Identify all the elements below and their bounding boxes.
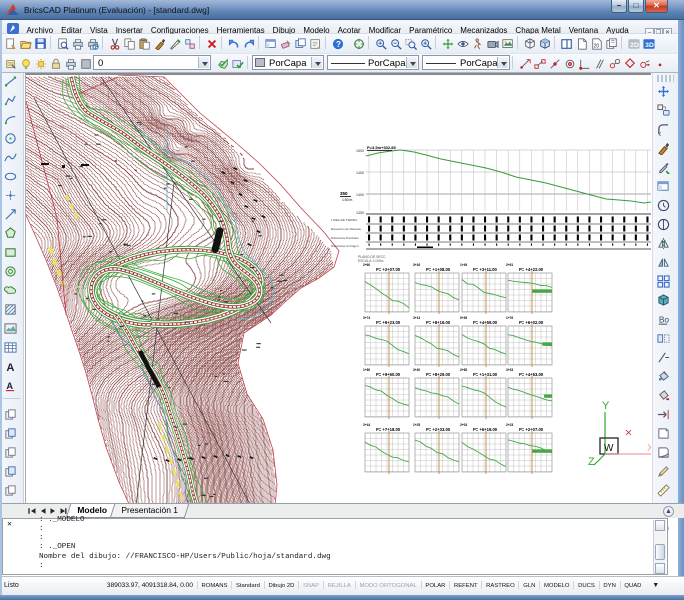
svg-text:P= +9+60.00: P= +9+60.00: [376, 372, 401, 377]
svg-text:3+16: 3+16: [413, 263, 420, 267]
svg-text:P= +6+02.00: P= +6+02.00: [519, 320, 544, 325]
svg-text:2+03: 2+03: [460, 423, 467, 427]
svg-text:P= +4+59.00: P= +4+59.00: [473, 320, 498, 325]
svg-text:20: 20: [593, 43, 599, 49]
svg-text:1+80: 1+80: [363, 368, 370, 372]
svg-text:Elevacion de Rasante: Elevacion de Rasante: [331, 227, 361, 231]
svg-text:2+61: 2+61: [506, 263, 513, 267]
svg-text:2+23: 2+23: [506, 423, 513, 427]
svg-text:Z: Z: [588, 456, 595, 468]
svg-text:1400: 1400: [356, 193, 364, 197]
svg-text:3+33: 3+33: [506, 368, 513, 372]
svg-text:P= +2+07.00: P= +2+07.00: [376, 267, 401, 272]
svg-text:P= +4+53.00: P= +4+53.00: [519, 372, 544, 377]
svg-text:P= +8+29.00: P= +8+29.00: [426, 372, 451, 377]
svg-text:1500: 1500: [356, 149, 364, 153]
svg-text:P= +4+22.00: P= +4+22.00: [519, 267, 544, 272]
svg-text:350: 350: [340, 191, 348, 196]
svg-text:Distancias Parciales: Distancias Parciales: [331, 236, 359, 240]
svg-text:Bo: Bo: [659, 314, 670, 324]
svg-text:1450: 1450: [356, 171, 364, 175]
svg-text:P= +6+23.00: P= +6+23.00: [376, 320, 401, 325]
svg-text:1:50 m: 1:50 m: [342, 198, 353, 202]
svg-text:P= +1+31.00: P= +1+31.00: [473, 372, 498, 377]
svg-text:1350: 1350: [356, 211, 364, 215]
svg-text:2+44: 2+44: [363, 423, 370, 427]
svg-text:P= +3+11.00: P= +3+11.00: [473, 267, 498, 272]
svg-text:3+74: 3+74: [363, 316, 370, 320]
svg-text:1+76: 1+76: [506, 316, 513, 320]
svg-text:A: A: [6, 381, 13, 391]
svg-text:2D: 2D: [630, 42, 639, 49]
svg-text:2+60: 2+60: [363, 263, 370, 267]
svg-text:3+13: 3+13: [413, 316, 420, 320]
svg-text:P= +6+19.00: P= +6+19.00: [473, 427, 498, 432]
svg-text:P= +2+07.00: P= +2+07.00: [519, 427, 544, 432]
svg-text:X: X: [647, 443, 651, 454]
svg-text:P= +2+33.00: P= +2+33.00: [426, 427, 451, 432]
svg-text:W: W: [604, 443, 614, 454]
svg-text:A: A: [6, 362, 14, 373]
svg-text:P= +8+16.00: P= +8+16.00: [426, 320, 451, 325]
svg-text:LINEA DE TIERRA: LINEA DE TIERRA: [331, 218, 358, 222]
svg-text:P=3.5m+332.85: P=3.5m+332.85: [367, 145, 396, 150]
svg-text:3D: 3D: [645, 42, 654, 49]
svg-text:?: ?: [335, 40, 340, 49]
svg-text:ESCALA 1:100m: ESCALA 1:100m: [358, 259, 384, 263]
svg-text:P= +1+08.00: P= +1+08.00: [426, 267, 451, 272]
svg-text:1+25: 1+25: [413, 423, 420, 427]
svg-text:Distancias al Origen: Distancias al Origen: [331, 244, 359, 248]
svg-text:P= +7+18.00: P= +7+18.00: [376, 427, 401, 432]
svg-text:3+40: 3+40: [413, 368, 420, 372]
svg-text:1+49: 1+49: [460, 263, 467, 267]
svg-text:2+65: 2+65: [460, 368, 467, 372]
svg-text:0+39: 0+39: [460, 316, 467, 320]
svg-text:Y: Y: [602, 400, 610, 412]
